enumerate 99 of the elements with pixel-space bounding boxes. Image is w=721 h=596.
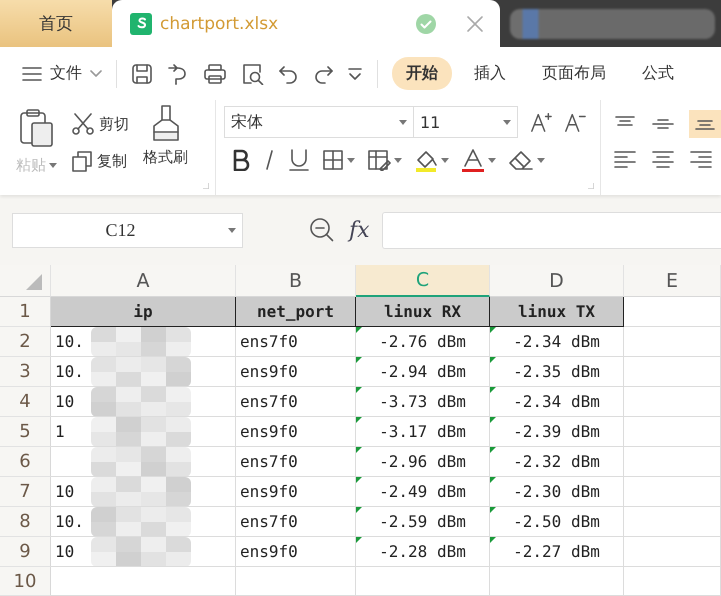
font-name-dropdown[interactable]: 宋体 (224, 106, 414, 138)
table-cell: ens7f0 (240, 392, 298, 411)
font-grow-icon[interactable] (530, 110, 552, 134)
table-cell: ens9f0 (240, 422, 298, 441)
table-cell: 10. (55, 332, 84, 351)
column-header[interactable]: E (624, 265, 721, 297)
table-cell: -2.50 dBm (513, 512, 600, 531)
table-cell: -2.32 dBm (513, 452, 600, 471)
fill-color-icon[interactable] (414, 148, 438, 172)
table-cell: -2.94 dBm (379, 362, 466, 381)
zoom-icon[interactable] (309, 217, 335, 243)
align-left-icon[interactable] (613, 150, 637, 168)
undo-icon[interactable] (279, 64, 299, 84)
row-header[interactable]: 6 (0, 447, 51, 477)
row-header[interactable]: 5 (0, 417, 51, 447)
caret-icon[interactable] (441, 158, 449, 162)
clipboard-icon (18, 108, 54, 148)
table-cell: -2.39 dBm (513, 422, 600, 441)
formula-input[interactable] (382, 212, 721, 248)
ribbon-tab[interactable]: 开始 (392, 57, 452, 90)
table-cell: 1 (55, 422, 65, 441)
column-header[interactable]: A (51, 265, 236, 297)
print-icon[interactable] (203, 62, 227, 84)
caret-icon[interactable] (503, 120, 511, 124)
font-size-dropdown[interactable]: 11 (414, 106, 518, 138)
column-header[interactable]: B (236, 265, 356, 297)
table-cell: -2.27 dBm (513, 542, 600, 561)
table-cell: -2.30 dBm (513, 482, 600, 501)
row-header[interactable]: 4 (0, 387, 51, 417)
caret-icon[interactable] (394, 158, 402, 162)
caret-icon[interactable] (228, 228, 236, 232)
chevron-down-icon (90, 70, 102, 78)
font-color-icon[interactable] (461, 148, 485, 172)
align-right-icon[interactable] (689, 150, 713, 168)
caret-icon[interactable] (399, 120, 407, 124)
table-cell: 10. (55, 362, 84, 381)
caret-icon[interactable] (347, 158, 355, 162)
table-cell: 10 (55, 482, 74, 501)
table-cell: -2.34 dBm (513, 332, 600, 351)
function-label[interactable]: fx (349, 218, 370, 242)
table-cell: -2.59 dBm (379, 512, 466, 531)
brush-icon (150, 104, 180, 142)
file-menu[interactable]: 文件 (22, 63, 102, 84)
table-cell: -2.28 dBm (379, 542, 466, 561)
save-icon[interactable] (131, 62, 153, 84)
file-name: chartport.xlsx (160, 14, 278, 34)
cut-button[interactable]: 剪切 (71, 112, 129, 136)
column-title: linux TX (518, 302, 596, 321)
caret-icon[interactable] (537, 158, 545, 162)
underline-icon[interactable] (288, 148, 310, 172)
home-tab[interactable]: 首页 (0, 0, 112, 47)
table-cell: -2.49 dBm (379, 482, 466, 501)
caret-icon[interactable] (488, 158, 496, 162)
table-cell: ens9f0 (240, 542, 298, 561)
redo-icon[interactable] (313, 64, 333, 84)
row-header[interactable]: 2 (0, 327, 51, 357)
name-box[interactable]: C12 (12, 212, 243, 248)
copy-icon (71, 150, 93, 172)
table-cell: 10 (55, 392, 74, 411)
column-title: ip (133, 302, 153, 321)
table-cell: ens9f0 (240, 482, 298, 501)
scissors-icon (71, 112, 95, 136)
column-title: linux RX (384, 302, 462, 321)
row-header[interactable]: 8 (0, 507, 51, 537)
table-cell: -2.35 dBm (513, 362, 600, 381)
format-painter-button[interactable]: 格式刷 (143, 104, 188, 195)
row-header[interactable]: 9 (0, 537, 51, 567)
bold-icon[interactable] (232, 149, 250, 171)
ribbon-tab[interactable]: 页面布局 (528, 57, 620, 90)
table-cell: 10. (55, 512, 84, 531)
spreadsheet-icon (130, 12, 152, 34)
table-cell: ens7f0 (240, 512, 298, 531)
table-cell: -2.96 dBm (379, 452, 466, 471)
row-header[interactable]: 3 (0, 357, 51, 387)
ribbon-tab[interactable]: 插入 (460, 57, 520, 90)
table-cell: -3.17 dBm (379, 422, 466, 441)
table-cell: ens7f0 (240, 452, 298, 471)
more-icon[interactable] (347, 66, 363, 80)
copy-button[interactable]: 复制 (71, 150, 129, 172)
borders-icon[interactable] (322, 149, 344, 171)
table-cell: -2.76 dBm (379, 332, 466, 351)
ribbon-tab[interactable]: 公式 (628, 57, 688, 90)
table-cell: ens7f0 (240, 332, 298, 351)
row-header[interactable]: 1 (0, 297, 51, 327)
eraser-icon[interactable] (508, 149, 534, 171)
table-cell: 10 (55, 542, 74, 561)
column-title: net_port (256, 302, 334, 321)
print-preview-icon[interactable] (241, 62, 265, 84)
route-icon[interactable] (167, 62, 189, 84)
align-center-icon[interactable] (651, 150, 675, 168)
table-cell: -2.34 dBm (513, 392, 600, 411)
menu-icon (22, 66, 42, 82)
table-cell: -3.73 dBm (379, 392, 466, 411)
row-header[interactable]: 10 (0, 567, 51, 596)
cell-style-icon[interactable] (367, 149, 391, 171)
column-header[interactable]: D (490, 265, 624, 297)
align-middle-icon[interactable] (651, 116, 675, 132)
table-cell: ens9f0 (240, 362, 298, 381)
row-header[interactable]: 7 (0, 477, 51, 507)
